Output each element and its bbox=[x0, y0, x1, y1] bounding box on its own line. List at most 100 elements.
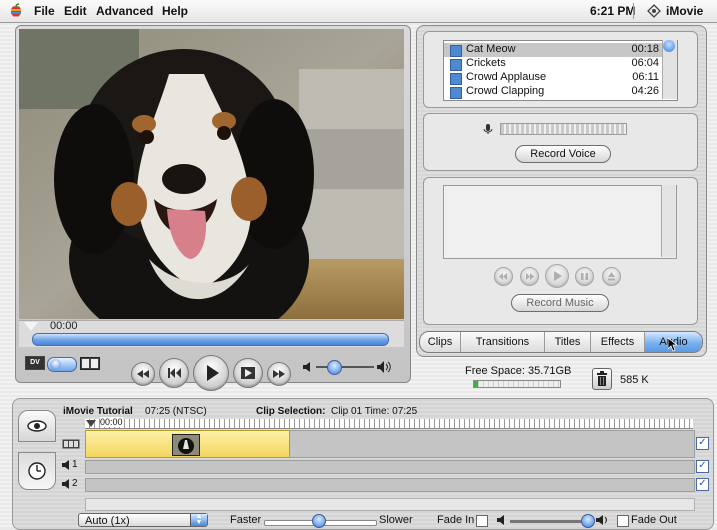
eye-icon bbox=[27, 420, 47, 432]
project-name: iMovie Tutorial bbox=[63, 406, 133, 417]
clock-icon bbox=[28, 462, 46, 480]
previous-button[interactable] bbox=[159, 358, 189, 388]
volume-high-icon bbox=[377, 361, 391, 373]
audio-track-2-label: 2 bbox=[72, 478, 78, 489]
tab-effects[interactable]: Effects bbox=[591, 332, 645, 352]
menu-advanced[interactable]: Advanced bbox=[96, 4, 153, 18]
eject-icon bbox=[608, 272, 615, 281]
menubar-clock[interactable]: 6:21 PM bbox=[590, 4, 635, 18]
chevron-up-down-icon: ▲ ▼ bbox=[190, 513, 207, 526]
scrubber-bar[interactable] bbox=[32, 333, 389, 346]
video-track-checkbox[interactable]: ✓ bbox=[696, 437, 709, 450]
speed-slider-thumb[interactable] bbox=[312, 514, 326, 528]
track-name: Crowd Clapping bbox=[466, 85, 545, 97]
trash-icon bbox=[597, 371, 607, 386]
timeline-scrollbar[interactable] bbox=[85, 498, 695, 511]
audio-track-2[interactable] bbox=[85, 478, 695, 492]
track-name: Crowd Applause bbox=[466, 71, 547, 83]
input-level-meter bbox=[500, 123, 627, 135]
record-voice-button[interactable]: Record Voice bbox=[515, 145, 611, 163]
video-preview bbox=[19, 29, 404, 319]
mouse-cursor-icon bbox=[668, 338, 678, 352]
menubar-separator bbox=[633, 3, 634, 19]
fade-in-checkbox[interactable] bbox=[476, 515, 488, 527]
fade-in-label: Fade In bbox=[437, 514, 475, 526]
volume-slider-track[interactable] bbox=[316, 366, 374, 368]
record-music-button[interactable]: Record Music bbox=[511, 294, 609, 312]
list-scrollbar-thumb[interactable] bbox=[663, 40, 675, 52]
tab-transitions[interactable]: Transitions bbox=[461, 332, 545, 352]
track-name: Crickets bbox=[466, 57, 506, 69]
dog-thumbnail-image bbox=[173, 435, 199, 455]
project-duration: 07:25 (NTSC) bbox=[145, 406, 207, 417]
clip-thumbnail bbox=[172, 434, 200, 456]
audio-track-1-icon bbox=[62, 460, 69, 470]
volume-high-icon bbox=[596, 515, 607, 525]
menu-bar: File Edit Advanced Help 6:21 PM iMovie bbox=[0, 0, 717, 23]
trash-size: 585 K bbox=[620, 374, 649, 386]
apple-menu-icon[interactable] bbox=[8, 3, 24, 19]
speed-select[interactable]: Auto (1x) ▲ ▼ bbox=[78, 513, 208, 527]
clip-volume-slider-thumb[interactable] bbox=[581, 514, 595, 528]
fast-forward-button[interactable] bbox=[267, 362, 291, 386]
tab-clips[interactable]: Clips bbox=[420, 332, 461, 352]
play-button[interactable] bbox=[193, 355, 229, 391]
track-duration: 06:11 bbox=[632, 71, 659, 83]
menu-help[interactable]: Help bbox=[162, 4, 188, 18]
cd-play-button[interactable] bbox=[545, 264, 569, 288]
cd-previous-icon bbox=[499, 273, 507, 280]
cd-pause-button[interactable] bbox=[575, 267, 594, 286]
play-icon bbox=[207, 365, 219, 381]
cd-eject-button[interactable] bbox=[602, 267, 621, 286]
audio-file-icon bbox=[450, 59, 462, 71]
trash-button[interactable] bbox=[592, 368, 612, 390]
audio-track-list: Cat Meow 00:18 Crickets 06:04 Crowd Appl… bbox=[443, 40, 678, 101]
volume-slider-thumb[interactable] bbox=[327, 360, 342, 375]
audio-track-2-icon bbox=[62, 479, 69, 489]
cd-previous-button[interactable] bbox=[494, 267, 513, 286]
list-item[interactable]: Cat Meow 00:18 bbox=[444, 43, 663, 57]
faster-label: Faster bbox=[230, 514, 262, 526]
timeline-viewer-tab[interactable] bbox=[18, 452, 56, 490]
audio-track-1-checkbox[interactable]: ✓ bbox=[696, 460, 709, 473]
play-full-screen-button[interactable] bbox=[233, 358, 263, 388]
cd-pause-icon bbox=[581, 273, 588, 280]
timeline-playhead[interactable] bbox=[86, 420, 96, 427]
video-clip[interactable] bbox=[85, 430, 290, 458]
volume-low-icon bbox=[303, 362, 310, 372]
rewind-button[interactable] bbox=[131, 362, 155, 386]
tab-titles[interactable]: Titles bbox=[545, 332, 591, 352]
audio-track-2-checkbox[interactable]: ✓ bbox=[696, 478, 709, 491]
cd-next-button[interactable] bbox=[520, 267, 539, 286]
menu-edit[interactable]: Edit bbox=[64, 4, 87, 18]
list-item[interactable]: Crowd Clapping 04:26 bbox=[444, 85, 663, 99]
clip-selection-label: Clip Selection: bbox=[256, 406, 326, 417]
clip-selection-value: Clip 01 Time: 07:25 bbox=[331, 406, 418, 417]
clip-viewer-tab[interactable] bbox=[18, 410, 56, 442]
audio-file-icon bbox=[450, 87, 462, 99]
track-duration: 00:18 bbox=[631, 43, 659, 55]
list-item[interactable]: Crickets 06:04 bbox=[444, 57, 663, 71]
shelf-tab-bar: Clips Transitions Titles Effects Audio bbox=[419, 331, 703, 353]
fade-out-checkbox[interactable] bbox=[617, 515, 629, 527]
full-screen-play-icon bbox=[241, 367, 255, 379]
menu-file[interactable]: File bbox=[34, 4, 55, 18]
list-item[interactable]: Crowd Applause 06:11 bbox=[444, 71, 663, 85]
audio-track-1[interactable] bbox=[85, 460, 695, 474]
microphone-icon bbox=[483, 124, 493, 134]
audio-file-icon bbox=[450, 73, 462, 85]
video-track-icon bbox=[62, 439, 80, 449]
dog-video-frame bbox=[19, 29, 404, 319]
playhead-marker[interactable] bbox=[24, 322, 38, 331]
camera-edit-toggle[interactable] bbox=[47, 357, 77, 372]
toggle-knob bbox=[50, 359, 61, 370]
timeline-ruler[interactable] bbox=[85, 419, 693, 429]
cd-list-scrollbar[interactable] bbox=[661, 185, 676, 257]
audio-track-1-label: 1 bbox=[72, 459, 78, 470]
speed-select-value: Auto (1x) bbox=[85, 515, 130, 527]
app-menu[interactable]: iMovie bbox=[666, 4, 703, 18]
free-space-fill bbox=[474, 381, 478, 387]
free-space-label: Free Space: 35.71GB bbox=[465, 365, 572, 377]
playhead-time: 00:00 bbox=[50, 320, 78, 332]
clip-volume-slider-track[interactable] bbox=[510, 520, 582, 523]
